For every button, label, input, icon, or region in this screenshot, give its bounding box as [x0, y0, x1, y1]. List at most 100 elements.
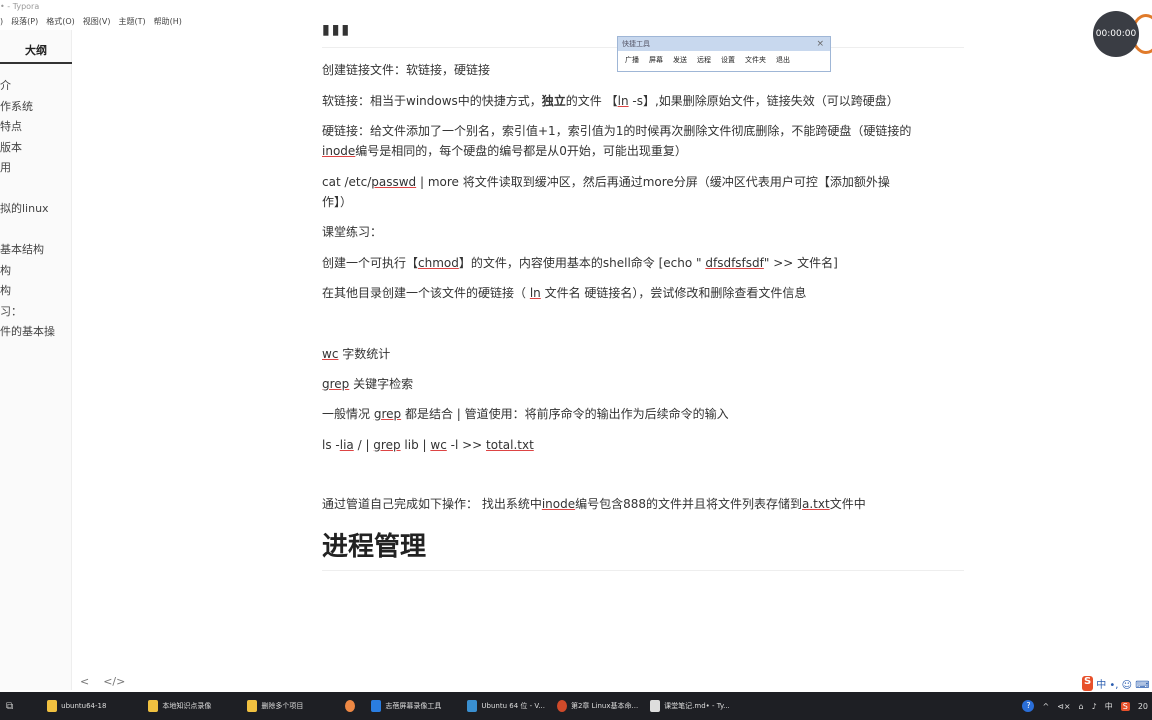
taskbar-item-label: 志蓓屏幕录像工具 — [385, 702, 442, 710]
outline-item[interactable] — [0, 179, 72, 200]
menu-item-theme[interactable]: 主题(T) — [118, 15, 145, 29]
paragraph-text: lib | — [400, 438, 431, 452]
paragraph-text: cat /etc/ — [322, 175, 372, 189]
paragraph-text: 都是结合 | 管道使用：将前序命令的输出作为后续命令的输入 — [401, 407, 729, 421]
taskbar-item[interactable]: 第2章 Linux基本命... — [551, 692, 644, 720]
paragraph: 课堂练习： — [322, 222, 962, 242]
speaker-icon[interactable]: ♪ — [1092, 702, 1097, 711]
paragraph-text: 软链接：相当于windows中的快捷方式， — [322, 94, 542, 108]
back-icon[interactable]: < — [80, 675, 89, 688]
sogou-logo-icon[interactable]: S — [1082, 676, 1094, 691]
settings-button[interactable]: 设置 — [716, 55, 740, 65]
chevron-up-icon[interactable]: ^ — [1042, 702, 1049, 711]
outline-item[interactable] — [0, 220, 72, 241]
taskbar-item[interactable]: 本地知识点录像 — [142, 692, 217, 720]
taskbar-item[interactable] — [339, 692, 365, 720]
paragraph: ls -lia / | grep lib | wc -l >> total.tx… — [322, 435, 962, 455]
outline-sidebar: 大纲 介 作系统 特点 版本 用 拟的linux 基本结构 构 构 习： 件的基… — [0, 30, 72, 690]
paragraph: grep 关键字检索 — [322, 374, 962, 394]
quick-tools-titlebar[interactable]: 快捷工具 × — [618, 37, 830, 51]
paragraph-text: 通过管道自己完成如下操作： 找出系统中 — [322, 497, 542, 511]
taskbar-item-label: Ubuntu 64 位 - V... — [481, 702, 545, 710]
vmware-icon — [467, 700, 478, 712]
folder-icon — [148, 700, 159, 712]
outline-title[interactable]: 大纲 — [0, 42, 72, 58]
sogou-tray-icon[interactable]: S — [1120, 701, 1130, 711]
volume-mute-icon[interactable]: ⊲× — [1057, 702, 1070, 711]
paragraph-text: 创建链接文件：软链接，硬链接 — [322, 63, 491, 77]
outline-item[interactable]: 件的基本操 — [0, 322, 72, 343]
bold-text: 独立 — [541, 94, 566, 108]
paragraph-text: -s】,如果删除原始文件，链接失效（可以跨硬盘） — [628, 94, 899, 108]
spellcheck-word: ln — [617, 94, 629, 108]
source-mode-icon[interactable]: </> — [103, 675, 125, 688]
paragraph: cat /etc/passwd | more 将文件读取到缓冲区，然后再通过mo… — [322, 172, 962, 212]
broadcast-button[interactable]: 广播 — [620, 55, 644, 65]
send-button[interactable]: 发送 — [668, 55, 692, 65]
taskbar-item[interactable]: Ubuntu 64 位 - V... — [461, 692, 551, 720]
folder-button[interactable]: 文件夹 — [740, 55, 771, 65]
menu-item-prefix[interactable]: ) — [0, 15, 3, 29]
recording-timer[interactable]: 00:00:00 — [1093, 11, 1139, 57]
outline-item[interactable]: 基本结构 — [0, 240, 72, 261]
paragraph-text: | more 将文件读取到缓冲区，然后再通过more分屏（缓冲区代表用户可控【添… — [416, 175, 890, 189]
spellcheck-word: dfsdfsfsdf — [705, 256, 764, 270]
spellcheck-word: total.txt — [486, 438, 534, 452]
paragraph-text: 的文件 【 — [565, 94, 618, 108]
taskbar-item[interactable]: 志蓓屏幕录像工具 — [365, 692, 447, 720]
system-tray: ? ^ ⊲× ⌂ ♪ 中 S 20 — [1022, 692, 1152, 720]
editor-bottom-bar: < </> — [72, 672, 272, 690]
paragraph-text: " >> 文件名] — [763, 256, 838, 270]
menu-item-paragraph[interactable]: 段落(P) — [11, 15, 38, 29]
paragraph-text: 字数统计 — [338, 347, 391, 361]
menu-item-view[interactable]: 视图(V) — [83, 15, 111, 29]
outline-item[interactable]: 版本 — [0, 138, 72, 159]
paragraph: wc 字数统计 — [322, 344, 962, 364]
ime-toolbar[interactable]: S 中 •, ☺ ⌨ — [1082, 676, 1150, 691]
paragraph-text: 作】） — [322, 195, 353, 209]
remote-button[interactable]: 远程 — [692, 55, 716, 65]
spellcheck-word: inode — [541, 497, 576, 511]
ime-status[interactable]: 中 •, ☺ ⌨ — [1096, 676, 1149, 691]
paragraph: 通过管道自己完成如下操作： 找出系统中inode编号包含888的文件并且将文件列… — [322, 494, 962, 514]
taskbar-item[interactable]: ubuntu64-18 — [41, 692, 112, 720]
top-heading-fragment: ▮▮▮ — [322, 22, 352, 38]
spellcheck-word: grep — [373, 438, 401, 452]
input-language-icon[interactable]: 中 — [1105, 701, 1113, 712]
spellcheck-word: chmod — [418, 256, 459, 270]
outline-item[interactable]: 构 — [0, 261, 72, 282]
taskbar-item[interactable]: 删除多个项目 — [241, 692, 309, 720]
quick-tools-buttons: 广播 屏幕 发送 远程 设置 文件夹 退出 — [618, 51, 830, 69]
spellcheck-word: passwd — [371, 175, 417, 189]
outline-item[interactable]: 作系统 — [0, 97, 72, 118]
clock-text[interactable]: 20 — [1138, 702, 1148, 711]
title-bar: • - Typora — [0, 0, 1152, 14]
outline-item[interactable]: 用 — [0, 158, 72, 179]
heading-divider — [322, 570, 964, 571]
help-icon[interactable]: ? — [1022, 700, 1035, 712]
spellcheck-word: wc — [322, 347, 339, 361]
close-icon[interactable]: × — [816, 37, 824, 51]
spellcheck-word: grep — [373, 407, 402, 421]
paragraph-text: 一般情况 — [322, 407, 374, 421]
outline-item[interactable]: 特点 — [0, 117, 72, 138]
paragraph-text: 编号包含888的文件并且将文件列表存储到 — [575, 497, 803, 511]
outline-item[interactable]: 构 — [0, 281, 72, 302]
task-view-icon[interactable]: ⧉ — [0, 692, 19, 720]
network-icon[interactable]: ⌂ — [1079, 702, 1084, 711]
screen-button[interactable]: 屏幕 — [644, 55, 668, 65]
outline-item[interactable]: 习： — [0, 302, 72, 323]
spellcheck-word: ln — [529, 286, 541, 300]
paragraph: 软链接：相当于windows中的快捷方式，独立的文件 【ln -s】,如果删除原… — [322, 91, 962, 111]
paragraph-text: 在其他目录创建一个该文件的硬链接（ — [322, 286, 530, 300]
menu-item-help[interactable]: 帮助(H) — [154, 15, 182, 29]
spellcheck-word: a.txt — [802, 497, 830, 511]
outline-item[interactable]: 拟的linux — [0, 199, 72, 220]
outline-item[interactable]: 介 — [0, 76, 72, 97]
exit-button[interactable]: 退出 — [771, 55, 795, 65]
taskbar: ⧉ ubuntu64-18 本地知识点录像 删除多个项目 志蓓屏幕录像工具 Ub… — [0, 692, 1152, 720]
quick-tools-window: 快捷工具 × 广播 屏幕 发送 远程 设置 文件夹 退出 — [617, 36, 831, 72]
paragraph-text: ls - — [322, 438, 340, 452]
taskbar-item[interactable]: 课堂笔记.md• - Ty... — [644, 692, 736, 720]
menu-item-format[interactable]: 格式(O) — [46, 15, 75, 29]
